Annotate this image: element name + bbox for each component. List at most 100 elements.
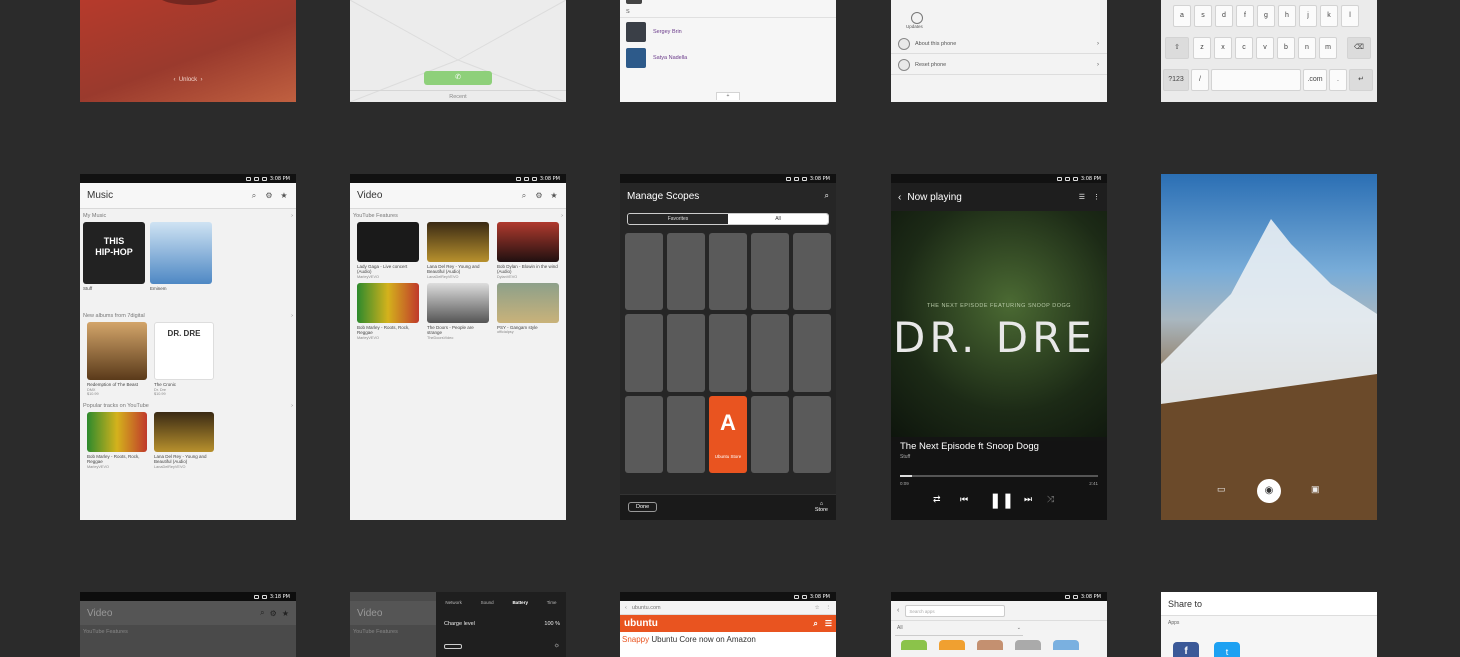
scope-tile[interactable] <box>667 395 705 473</box>
tab-all[interactable]: All <box>728 214 828 224</box>
star-icon[interactable]: ★ <box>282 609 289 618</box>
track-tile[interactable]: Lana Del Rey - Young and Beautiful (Audi… <box>154 411 216 469</box>
contact-name[interactable]: Satya Nadella <box>653 55 687 61</box>
video-tile[interactable]: Lana Del Rey - Young and Beautiful (Audi… <box>427 222 489 279</box>
star-icon[interactable]: ★ <box>549 191 559 201</box>
address-bar[interactable]: ‹ ubuntu.com ☆ ⋮ <box>620 601 836 615</box>
tab-sound[interactable]: Sound <box>481 600 494 605</box>
key-n[interactable]: n <box>1298 37 1316 59</box>
key-b[interactable]: b <box>1277 37 1295 59</box>
tab-network[interactable]: Network <box>445 600 462 605</box>
key-m[interactable]: m <box>1319 37 1337 59</box>
enter-key[interactable]: ↵ <box>1349 69 1373 91</box>
reset-phone-row[interactable]: Reset phone › <box>891 55 1107 75</box>
video-tile[interactable]: Bob Dylan - Blowin in the wind (Audio) Dy… <box>497 222 559 279</box>
filter-select[interactable]: All ⌄ <box>895 625 1023 636</box>
scope-tile[interactable] <box>751 314 789 392</box>
key-j[interactable]: j <box>1299 5 1317 27</box>
scope-tile[interactable] <box>667 314 705 392</box>
star-icon[interactable]: ★ <box>279 191 289 201</box>
key-x[interactable]: x <box>1214 37 1232 59</box>
album-tile[interactable]: DR. DRE The Cronic Dr. Dre $10.99 <box>154 322 216 396</box>
track-tile[interactable]: Bob Marley - Roots, Rock, Reggae MarleyV… <box>87 411 149 469</box>
key-v[interactable]: v <box>1256 37 1274 59</box>
search-icon[interactable]: ⌕ <box>249 191 259 201</box>
scope-tile[interactable] <box>625 233 663 311</box>
section-header[interactable]: New albums from 7digital › <box>80 309 296 322</box>
previous-icon[interactable]: ⏮ <box>960 494 968 505</box>
section-header[interactable]: Popular tracks on YouTube › <box>80 399 296 412</box>
video-tile[interactable]: Bob Marley - Roots, Rock, Reggae MarleyVE… <box>357 282 419 340</box>
tab-favorites[interactable]: Favorites <box>628 214 728 224</box>
album-tile[interactable]: Eminem <box>150 222 212 291</box>
key-f[interactable]: f <box>1236 5 1254 27</box>
brightness-slider[interactable] <box>444 644 462 649</box>
scope-tile[interactable] <box>625 314 663 392</box>
app-icon[interactable] <box>901 640 927 650</box>
scope-tile[interactable] <box>751 395 789 473</box>
tab-battery[interactable]: Battery <box>512 600 528 605</box>
section-header[interactable]: My Music › <box>80 209 296 222</box>
key-dot[interactable]: . <box>1329 69 1347 91</box>
app-icon[interactable] <box>939 640 965 650</box>
gear-icon[interactable]: ⚙ <box>534 191 544 201</box>
progress-track[interactable] <box>900 475 1098 477</box>
scope-tile[interactable] <box>709 233 747 311</box>
scope-tile-ubuntu-store[interactable]: A Ubuntu Store <box>709 395 747 473</box>
menu-icon[interactable]: ☰ <box>825 619 832 628</box>
twitter-icon[interactable]: t <box>1214 642 1240 657</box>
app-icon[interactable] <box>1015 640 1041 650</box>
gear-icon[interactable]: ⚙ <box>264 191 274 201</box>
next-icon[interactable]: ⏭ <box>1024 494 1032 505</box>
headline[interactable]: Snappy Ubuntu Core now on Amazon <box>620 632 836 647</box>
video-tile[interactable]: PSY - Gangam style officialpsy <box>497 282 559 340</box>
key-l[interactable]: l <box>1341 5 1359 27</box>
gear-icon[interactable]: ⚙ <box>270 609 277 618</box>
backspace-key[interactable]: ⌫ <box>1347 37 1371 59</box>
call-button[interactable]: ✆ <box>424 71 492 85</box>
space-key[interactable] <box>1211 69 1301 91</box>
shutter-button[interactable]: ◉ <box>1257 479 1281 503</box>
video-tile[interactable]: Lady Gaga - Live concert (Audio) MarleyVE… <box>357 222 419 279</box>
pause-icon[interactable]: ❚❚ <box>989 491 1014 509</box>
key-h[interactable]: h <box>1278 5 1296 27</box>
video-tile[interactable]: The Doors - People are strange TheDoorsVi… <box>427 282 489 340</box>
add-contact-button[interactable]: + <box>716 92 740 100</box>
shift-key[interactable]: ⇧ <box>1165 37 1189 59</box>
star-icon[interactable]: ☆ <box>815 605 820 611</box>
tab-time[interactable]: Time <box>547 600 557 605</box>
symbols-key[interactable]: ?123 <box>1163 69 1189 91</box>
search-icon[interactable]: ⌕ <box>813 619 817 629</box>
key-d[interactable]: d <box>1215 5 1233 27</box>
url-text[interactable]: ubuntu.com <box>632 605 815 611</box>
store-button[interactable]: ⌂ Store <box>815 501 828 513</box>
back-icon[interactable]: ‹ <box>625 605 627 611</box>
key-k[interactable]: k <box>1320 5 1338 27</box>
key-g[interactable]: g <box>1257 5 1275 27</box>
done-button[interactable]: Done <box>628 502 658 512</box>
scope-tile[interactable] <box>793 314 831 392</box>
list-icon[interactable]: ☰ <box>1079 193 1085 201</box>
app-icon[interactable] <box>1053 640 1079 650</box>
gallery-icon[interactable]: ▣ <box>1311 484 1320 495</box>
updates-label[interactable]: Updates <box>906 24 923 29</box>
scope-tile[interactable] <box>793 233 831 311</box>
dotcom-key[interactable]: .com <box>1303 69 1327 91</box>
facebook-icon[interactable]: f <box>1173 642 1199 657</box>
key-c[interactable]: c <box>1235 37 1253 59</box>
unlock-hint[interactable]: ‹ Unlock › <box>80 77 296 83</box>
shuffle-icon[interactable]: ⤨ <box>1047 494 1054 505</box>
search-icon[interactable]: ⌕ <box>260 608 264 618</box>
scope-tile[interactable] <box>751 233 789 311</box>
search-icon[interactable]: ⌕ <box>825 191 829 201</box>
scope-tile[interactable] <box>625 395 663 473</box>
video-mode-icon[interactable]: ▭ <box>1217 484 1226 495</box>
contact-name[interactable]: Sergey Brin <box>653 29 682 35</box>
scope-tile[interactable] <box>793 395 831 473</box>
search-icon[interactable]: ⌕ <box>519 191 529 201</box>
back-icon[interactable]: ‹ <box>897 607 899 614</box>
search-input[interactable]: Search apps <box>905 604 1006 617</box>
recent-tab[interactable]: Recent <box>350 90 566 102</box>
key-slash[interactable]: / <box>1191 69 1209 91</box>
key-z[interactable]: z <box>1193 37 1211 59</box>
